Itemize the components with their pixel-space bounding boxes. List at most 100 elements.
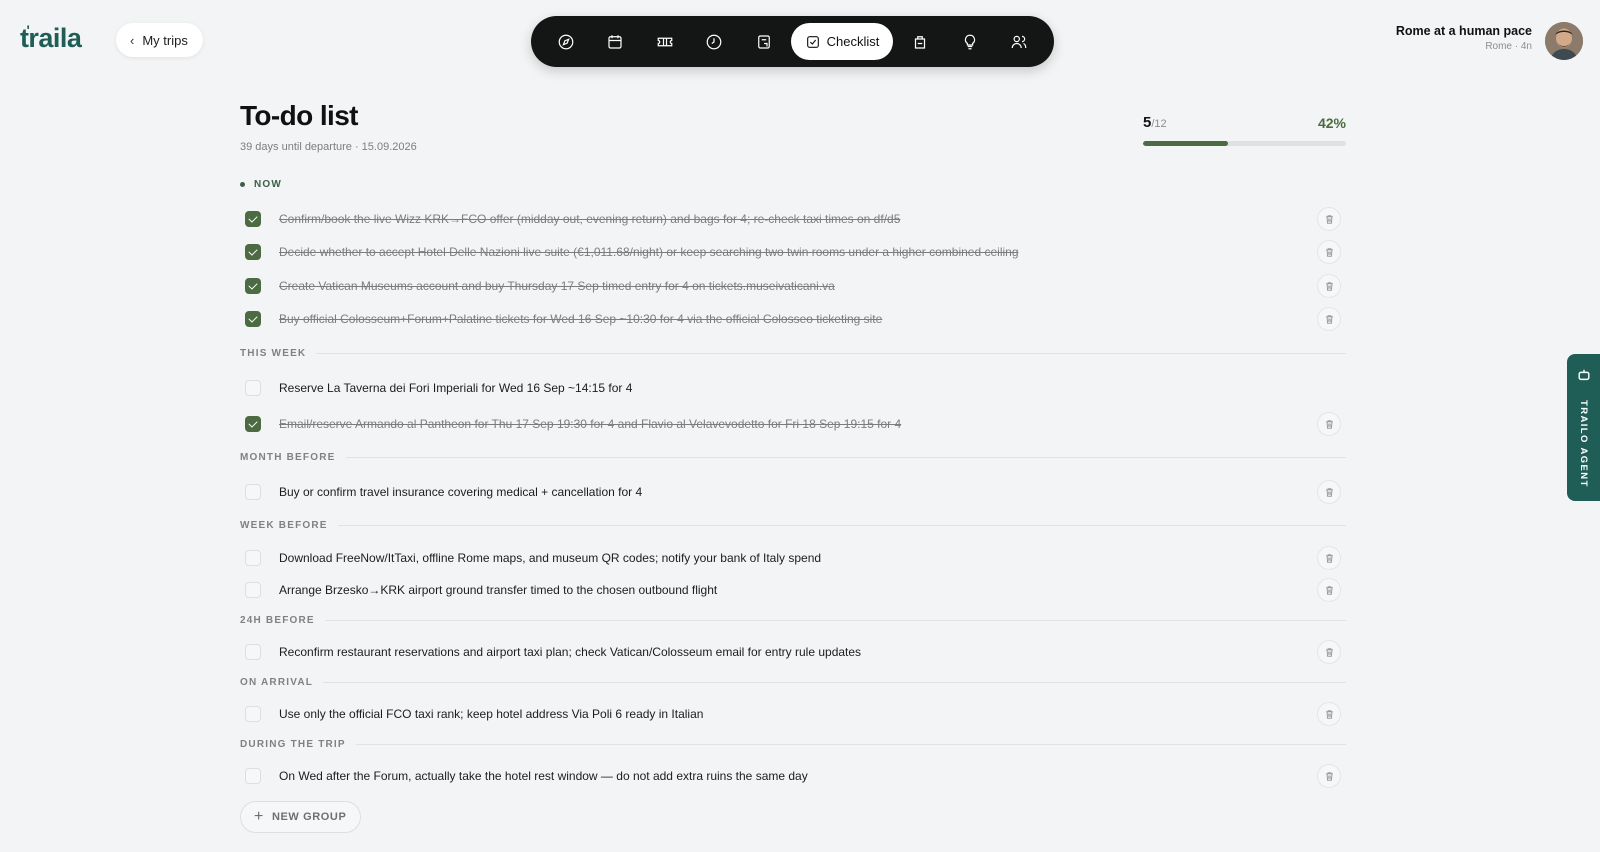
nav-schedule[interactable] <box>690 23 740 60</box>
document-icon <box>757 34 770 49</box>
task-text[interactable]: Decide whether to accept Hotel Delle Naz… <box>279 245 1019 259</box>
agent-label: TRAILO AGENT <box>1578 400 1589 488</box>
nav-compass[interactable] <box>541 23 591 60</box>
now-dot-icon <box>240 182 245 187</box>
task-text[interactable]: Arrange Brzesko→KRK airport ground trans… <box>279 583 717 597</box>
task-text[interactable]: Use only the official FCO taxi rank; kee… <box>279 707 703 721</box>
group-divider <box>345 457 1346 458</box>
delete-task-button[interactable] <box>1317 274 1341 298</box>
group-divider <box>337 525 1346 526</box>
task-text[interactable]: Download FreeNow/ItTaxi, offline Rome ma… <box>279 551 821 565</box>
task-row: Reserve La Taverna dei Fori Imperiali fo… <box>245 374 1341 402</box>
task-checkbox[interactable] <box>245 706 261 722</box>
task-text[interactable]: Buy official Colosseum+Forum+Palatine ti… <box>279 312 882 326</box>
task-text[interactable]: On Wed after the Forum, actually take th… <box>279 769 808 783</box>
task-row: Arrange Brzesko→KRK airport ground trans… <box>245 576 1341 604</box>
task-checkbox[interactable] <box>245 211 261 227</box>
page-title: To-do list <box>240 100 359 131</box>
back-label: My trips <box>142 32 188 48</box>
task-checkbox[interactable] <box>245 484 261 500</box>
group-divider <box>323 682 1346 683</box>
lightbulb-icon <box>964 34 975 49</box>
group-divider <box>324 620 1346 621</box>
tab-checklist-label: Checklist <box>826 34 880 49</box>
group-header-24h-before: 24H BEFORE <box>240 615 1346 626</box>
brand-logo[interactable]: t'raila <box>20 22 82 54</box>
trash-icon <box>1325 247 1333 257</box>
progress-total: /12 <box>1151 118 1167 130</box>
delete-task-button[interactable] <box>1317 207 1341 231</box>
group-header-now: NOW <box>240 179 1346 190</box>
new-group-button[interactable]: + NEW GROUP <box>240 801 362 833</box>
task-row: Buy official Colosseum+Forum+Palatine ti… <box>245 305 1341 333</box>
task-checkbox[interactable] <box>245 278 261 294</box>
plus-icon: + <box>254 807 264 825</box>
delete-task-button[interactable] <box>1317 240 1341 264</box>
task-checkbox[interactable] <box>245 416 261 432</box>
trailo-agent-tab[interactable]: TRAILO AGENT <box>1567 354 1600 501</box>
task-checkbox[interactable] <box>245 644 261 660</box>
task-checkbox[interactable] <box>245 244 261 260</box>
trash-icon <box>1325 553 1333 563</box>
group-divider <box>316 353 1346 354</box>
nav-ideas[interactable] <box>945 23 995 60</box>
task-row: Reconfirm restaurant reservations and ai… <box>245 638 1341 666</box>
delete-task-button[interactable] <box>1317 764 1341 788</box>
task-row: Email/reserve Armando al Pantheon for Th… <box>245 410 1341 438</box>
task-row: Use only the official FCO taxi rank; kee… <box>245 700 1341 728</box>
delete-task-button[interactable] <box>1317 412 1341 436</box>
task-checkbox[interactable] <box>245 582 261 598</box>
back-to-trips-button[interactable]: ‹ My trips <box>116 23 203 57</box>
trash-icon <box>1325 214 1333 224</box>
trash-icon <box>1325 709 1333 719</box>
people-icon <box>1011 35 1027 48</box>
group-label: ON ARRIVAL <box>240 677 314 688</box>
task-text[interactable]: Create Vatican Museums account and buy T… <box>279 279 835 293</box>
nav-documents[interactable] <box>739 23 789 60</box>
task-text[interactable]: Buy or confirm travel insurance covering… <box>279 485 642 499</box>
group-header-this-week: THIS WEEK <box>240 348 1346 359</box>
bag-icon <box>915 35 926 49</box>
progress-percent: 42% <box>1317 115 1346 131</box>
checklist-icon <box>806 35 819 48</box>
delete-task-button[interactable] <box>1317 702 1341 726</box>
robot-icon <box>1577 369 1590 381</box>
task-row: Download FreeNow/ItTaxi, offline Rome ma… <box>245 544 1341 572</box>
group-header-month-before: MONTH BEFORE <box>240 452 1346 463</box>
delete-task-button[interactable] <box>1317 480 1341 504</box>
progress-count: 5/12 <box>1143 114 1167 131</box>
delete-task-button[interactable] <box>1317 640 1341 664</box>
task-text[interactable]: Reserve La Taverna dei Fori Imperiali fo… <box>279 381 632 395</box>
group-header-during-trip: DURING THE TRIP <box>240 739 1346 750</box>
task-text[interactable]: Confirm/book the live Wizz KRK→FCO offer… <box>279 212 900 226</box>
delete-task-button[interactable] <box>1317 307 1341 331</box>
group-label: WEEK BEFORE <box>240 520 328 531</box>
avatar-image <box>1545 22 1583 60</box>
task-text[interactable]: Reconfirm restaurant reservations and ai… <box>279 645 861 659</box>
avatar[interactable] <box>1545 22 1583 60</box>
task-row: Decide whether to accept Hotel Delle Naz… <box>245 238 1341 266</box>
task-checkbox[interactable] <box>245 380 261 396</box>
nav-packing[interactable] <box>895 23 945 60</box>
trip-navbar: Checklist <box>531 16 1054 67</box>
task-text[interactable]: Email/reserve Armando al Pantheon for Th… <box>279 417 901 431</box>
group-label: MONTH BEFORE <box>240 452 336 463</box>
task-row: Confirm/book the live Wizz KRK→FCO offer… <box>245 205 1341 233</box>
group-divider <box>355 744 1346 745</box>
delete-task-button[interactable] <box>1317 546 1341 570</box>
task-checkbox[interactable] <box>245 311 261 327</box>
nav-travelers[interactable] <box>995 23 1045 60</box>
compass-icon <box>558 34 574 49</box>
group-header-on-arrival: ON ARRIVAL <box>240 677 1346 688</box>
nav-calendar[interactable] <box>591 23 641 60</box>
trash-icon <box>1325 419 1333 429</box>
nav-tickets[interactable] <box>640 23 690 60</box>
tab-checklist[interactable]: Checklist <box>790 23 894 60</box>
delete-task-button[interactable] <box>1317 578 1341 602</box>
task-checkbox[interactable] <box>245 550 261 566</box>
trash-icon <box>1325 281 1333 291</box>
task-row: Buy or confirm travel insurance covering… <box>245 478 1341 506</box>
task-row: Create Vatican Museums account and buy T… <box>245 272 1341 300</box>
trash-icon <box>1325 314 1333 324</box>
task-checkbox[interactable] <box>245 768 261 784</box>
